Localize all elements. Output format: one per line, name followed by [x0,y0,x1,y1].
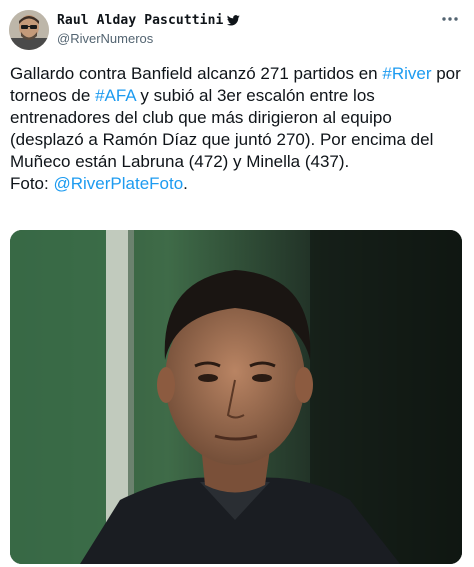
tweet-photo[interactable] [10,230,462,564]
avatar[interactable] [9,10,49,50]
twitter-bird-icon [227,14,241,25]
tweet-card: Raul Alday Pascuttini @RiverNumeros Gall… [0,0,474,567]
tweet-text-segment: Foto: [10,174,54,193]
tweet-text-segment: Gallardo contra Banfield alcanzó 271 par… [10,64,383,83]
tweet-text: Gallardo contra Banfield alcanzó 271 par… [10,63,462,195]
author-name-row[interactable]: Raul Alday Pascuttini [57,11,241,29]
avatar-photo [9,10,49,50]
tweet-link[interactable]: #River [382,64,431,83]
more-options-icon[interactable] [440,14,460,24]
author-display-name[interactable]: Raul Alday Pascuttini [57,13,223,28]
tweet-link[interactable]: #AFA [95,86,136,105]
tweet-link[interactable]: @RiverPlateFoto [53,174,183,193]
author-handle[interactable]: @RiverNumeros [57,31,153,46]
tweet-text-segment: . [183,174,188,193]
tweet-photo-image [10,230,462,564]
